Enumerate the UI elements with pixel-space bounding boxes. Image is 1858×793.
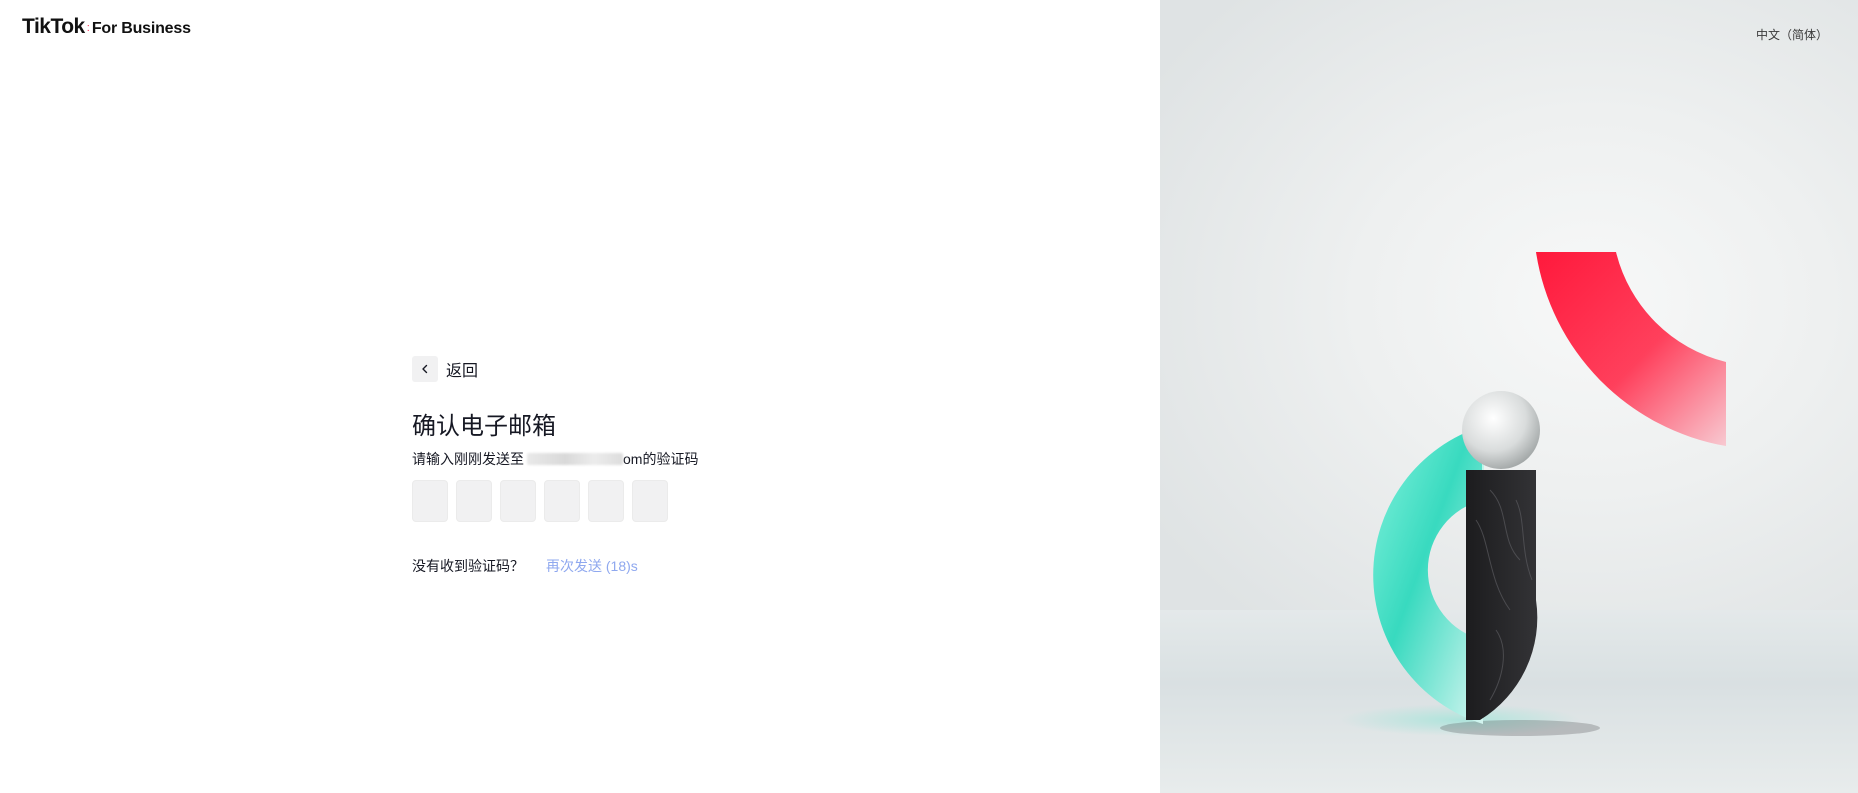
code-digit-input[interactable] [588,480,624,522]
resend-row: 没有收到验证码？ 再次发送 (18)s [412,556,832,576]
tiktok-sculpture-image [1340,252,1726,736]
verify-email-form: 返回 确认电子邮箱 请输入刚刚发送至 om 的验证码 没有收到验证码？ 再次发送… [412,356,832,576]
back-button[interactable]: 返回 [412,356,832,382]
logo-tiktok-text: TikTok [22,15,85,38]
masked-email [527,453,623,465]
logo-for-business-text: For Business [91,20,191,37]
verification-code-input [412,480,832,522]
code-digit-input[interactable] [456,480,492,522]
left-panel: TikTok : For Business 返回 确认电子邮箱 请输入刚刚发送至… [0,0,1160,793]
resend-code-link[interactable]: 再次发送 (18)s [546,556,638,576]
instruction-suffix: 的验证码 [642,451,699,467]
code-digit-input[interactable] [544,480,580,522]
back-label[interactable]: 返回 [446,357,478,381]
instruction-email-suffix: om [623,451,643,467]
language-selector[interactable]: 中文（简体） [1756,26,1828,43]
code-digit-input[interactable] [632,480,668,522]
instruction-prefix: 请输入刚刚发送至 [412,451,524,467]
hero-image-panel: 中文（简体） [1160,0,1858,793]
code-digit-input[interactable] [412,480,448,522]
resend-question: 没有收到验证码？ [412,558,524,574]
page: TikTok : For Business 返回 确认电子邮箱 请输入刚刚发送至… [0,0,1858,793]
tiktok-for-business-logo[interactable]: TikTok : For Business [22,15,191,39]
chevron-left-icon[interactable] [412,356,438,382]
code-digit-input[interactable] [500,480,536,522]
page-title: 确认电子邮箱 [412,413,556,440]
logo-separator: : [86,22,90,34]
instruction-text: 请输入刚刚发送至 om 的验证码 [412,450,832,468]
